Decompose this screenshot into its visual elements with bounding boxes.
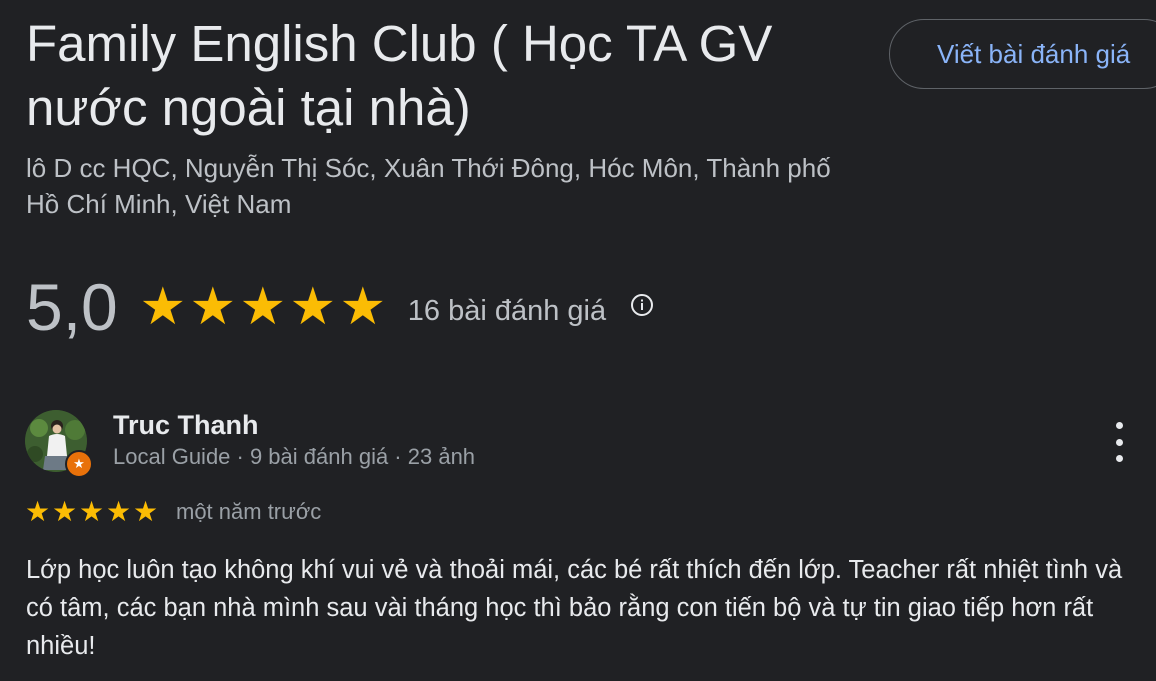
- star-icon: ★: [239, 278, 287, 336]
- review-count: 16 bài đánh giá: [407, 294, 607, 327]
- star-icon: ★: [289, 278, 337, 336]
- review-rating: ★ ★ ★ ★ ★ một năm trước: [24, 497, 321, 527]
- place-address: lô D cc HQC, Nguyễn Thị Sóc, Xuân Thới Đ…: [26, 153, 831, 219]
- menu-dot: [1115, 438, 1123, 446]
- rating-summary: 5,0 ★ ★ ★ ★ ★ 16 bài đánh giá: [26, 262, 654, 352]
- star-icon: ★: [339, 278, 387, 336]
- review-text: Lớp học luôn tạo không khí vui vẻ và tho…: [26, 556, 1123, 660]
- reviewer-name[interactable]: Truc Thanh: [113, 410, 259, 441]
- write-review-button[interactable]: Viết bài đánh giá: [889, 19, 1156, 89]
- star-icon: ★: [139, 278, 187, 336]
- star-icon: ★: [78, 496, 105, 527]
- star-icon: ★: [105, 496, 132, 527]
- reviewer-meta: Local Guide · 9 bài đánh giá · 23 ảnh: [113, 444, 476, 469]
- star-icon: ★: [51, 496, 78, 527]
- place-title: Family English Club ( Học TA GV nước ngo…: [26, 15, 773, 136]
- review-time: một năm trước: [176, 499, 322, 524]
- avatar[interactable]: ★: [25, 410, 93, 478]
- menu-dot: [1115, 422, 1123, 429]
- rating-score: 5,0: [26, 270, 118, 344]
- more-vert-icon[interactable]: [1104, 422, 1134, 462]
- rating-stars: ★ ★ ★ ★ ★: [138, 281, 388, 333]
- star-icon: ★: [132, 496, 159, 527]
- local-guide-star-icon: ★: [65, 450, 93, 478]
- info-icon[interactable]: [630, 293, 654, 317]
- star-icon: ★: [24, 496, 51, 527]
- star-icon: ★: [189, 278, 237, 336]
- menu-dot: [1115, 455, 1123, 462]
